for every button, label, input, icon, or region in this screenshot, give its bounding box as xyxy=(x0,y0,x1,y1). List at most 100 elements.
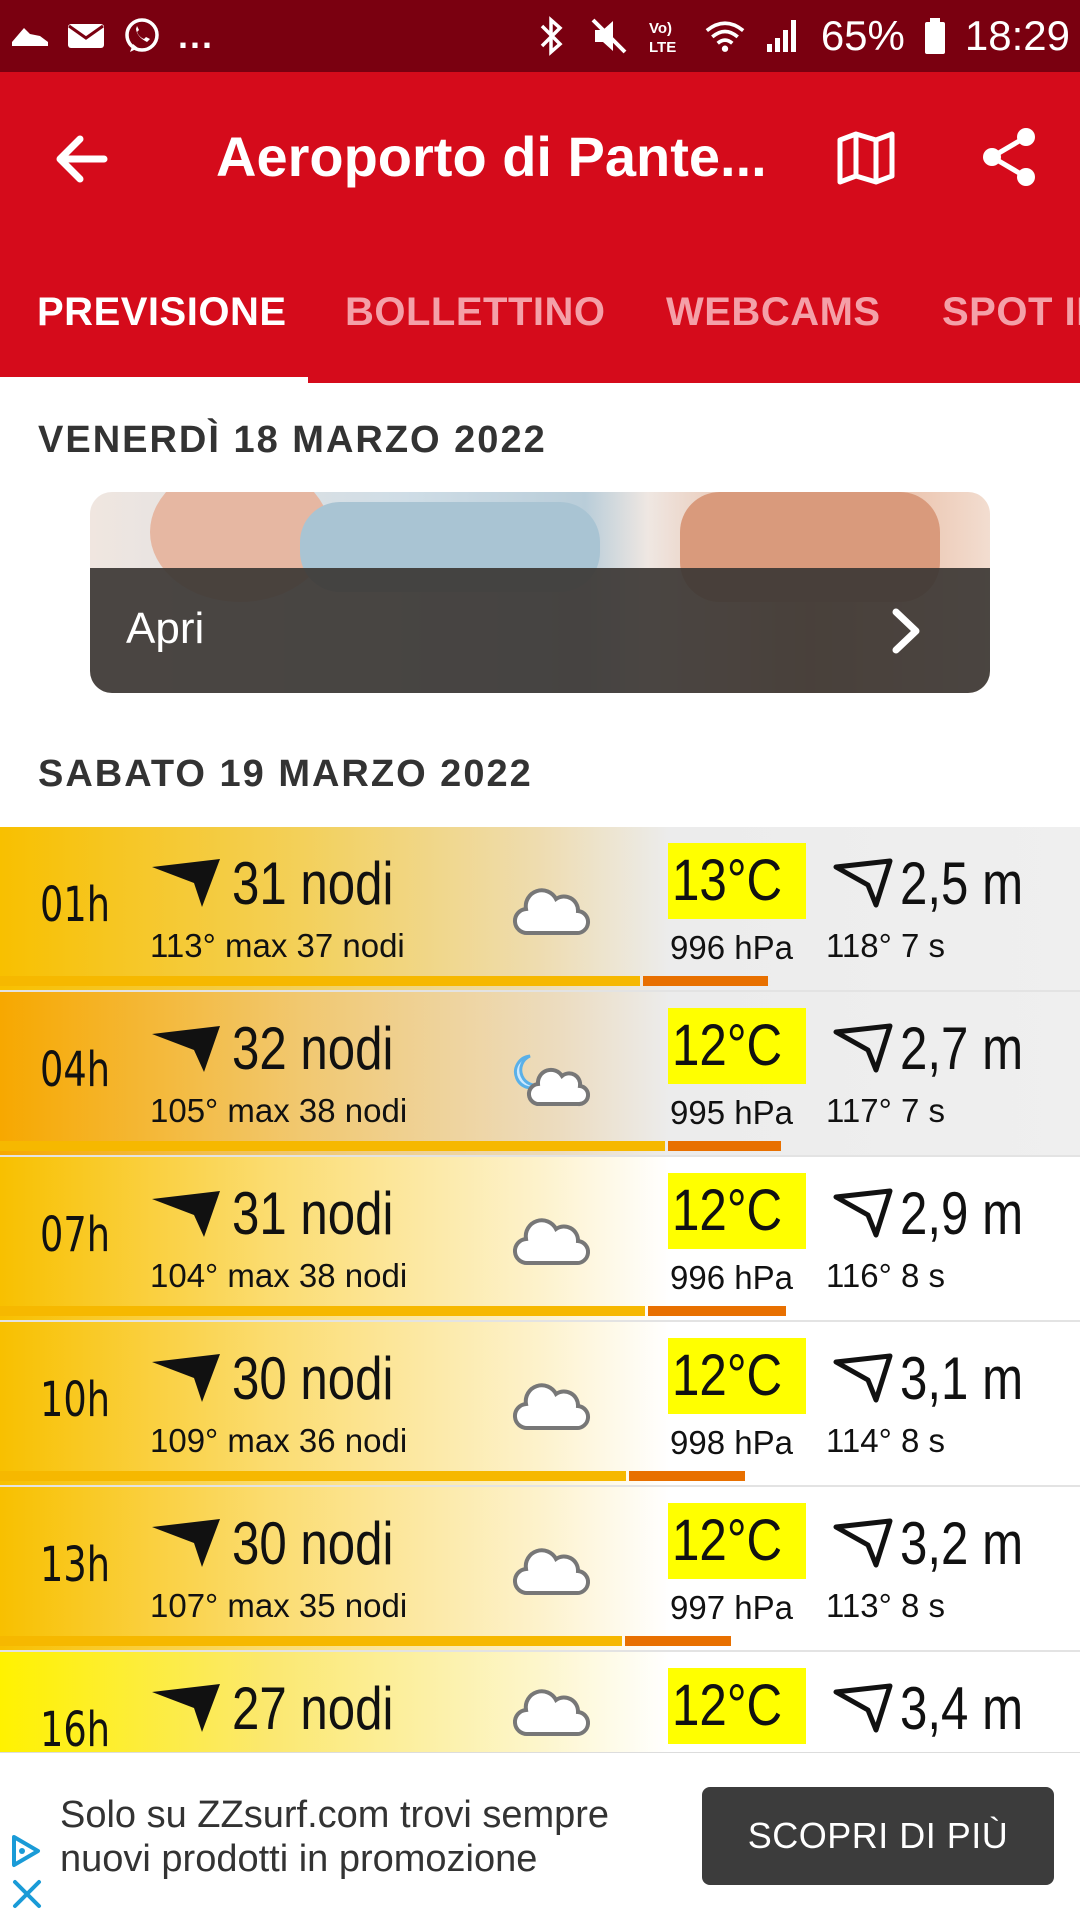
wave-detail: 113° 8 s xyxy=(826,1587,945,1624)
wind-bar xyxy=(0,1471,626,1481)
mute-icon xyxy=(589,16,629,56)
cloud-icon xyxy=(513,1218,591,1266)
share-button[interactable] xyxy=(980,125,1040,189)
tab-webcams[interactable]: WEBCAMS xyxy=(666,290,881,335)
wave-height: 3,4 m xyxy=(900,1675,1024,1742)
forecast-hour: 01h xyxy=(40,877,110,933)
temperature: 12°C xyxy=(668,1668,806,1744)
forecast-row[interactable]: 16h 27 nodi 12°C 3,4 m xyxy=(0,1652,1080,1752)
tab-spot-info[interactable]: SPOT IN xyxy=(942,290,1080,335)
chevron-right-icon xyxy=(892,608,920,654)
wind-direction-icon xyxy=(152,1684,220,1732)
wind-detail: 105° max 38 nodi xyxy=(150,1092,408,1129)
wave-height: 3,2 m xyxy=(900,1510,1024,1577)
forecast-hour: 16h xyxy=(40,1702,110,1752)
mail-icon xyxy=(66,16,106,56)
wave-direction-icon xyxy=(833,1023,893,1073)
forecast-row[interactable]: 07h 31 nodi 104° max 38 nodi 12°C 996 hP… xyxy=(0,1157,1080,1322)
forecast-row[interactable]: 10h 30 nodi 109° max 36 nodi 12°C 998 hP… xyxy=(0,1322,1080,1487)
wave-direction-icon xyxy=(833,1683,893,1733)
cloud-icon xyxy=(513,888,591,936)
forecast-hour: 04h xyxy=(40,1042,110,1098)
forecast-hour: 10h xyxy=(40,1372,110,1428)
wave-direction-icon xyxy=(833,1518,893,1568)
temp-bar xyxy=(643,976,768,986)
clock: 18:29 xyxy=(964,12,1070,59)
temperature: 12°C xyxy=(668,1173,806,1249)
temperature-value: 12°C xyxy=(672,1343,783,1408)
cloud-icon xyxy=(513,1383,591,1431)
temp-bar xyxy=(648,1306,786,1316)
wind-direction-icon xyxy=(152,1191,220,1237)
ad-cta-button[interactable]: SCOPRI DI PIÙ xyxy=(702,1787,1054,1885)
day-header: VENERDÌ 18 MARZO 2022 xyxy=(38,419,547,461)
pressure: 996 hPa xyxy=(670,929,793,966)
temperature: 12°C xyxy=(668,1503,806,1579)
map-icon xyxy=(837,131,895,185)
forecast-row[interactable]: 01h 31 nodi 113° max 37 nodi 13°C 996 hP… xyxy=(0,827,1080,992)
wind-bar xyxy=(0,1141,665,1151)
ad-open-label: Apri xyxy=(126,604,205,653)
battery-icon xyxy=(923,16,947,56)
wave-height: 2,7 m xyxy=(900,1015,1024,1082)
wind-bar xyxy=(0,1636,622,1646)
signal-icon xyxy=(763,16,803,56)
svg-text:LTE: LTE xyxy=(649,39,676,56)
wind-direction-icon xyxy=(152,1519,220,1567)
wave-detail: 116° 8 s xyxy=(826,1257,945,1294)
ad-banner[interactable]: Apri xyxy=(90,492,990,693)
wave-height: 2,5 m xyxy=(900,850,1024,917)
volte-icon: Vo) LTE xyxy=(647,16,687,56)
temperature-value: 12°C xyxy=(672,1508,783,1573)
wave-detail: 114° 8 s xyxy=(826,1422,945,1459)
wind-speed: 30 nodi xyxy=(232,1510,394,1577)
temperature: 12°C xyxy=(668,1338,806,1414)
back-button[interactable] xyxy=(50,127,114,191)
ad-choices-icon[interactable] xyxy=(8,1833,42,1869)
whatsapp-icon xyxy=(122,16,162,56)
wave-height: 2,9 m xyxy=(900,1180,1024,1247)
wind-direction-icon xyxy=(152,859,220,907)
app-bar: Aeroporto di Pante... xyxy=(0,72,1080,242)
wave-direction-icon xyxy=(833,1353,893,1403)
forecast-hour: 07h xyxy=(40,1207,110,1263)
wave-detail: 118° 7 s xyxy=(826,927,945,964)
wind-speed: 31 nodi xyxy=(232,1180,394,1247)
temperature: 13°C xyxy=(668,843,806,919)
cloud-icon xyxy=(513,1548,591,1596)
forecast-row[interactable]: 04h 32 nodi 105° max 38 nodi 12°C 995 hP… xyxy=(0,992,1080,1157)
temperature: 12°C xyxy=(668,1008,806,1084)
page-title: Aeroporto di Pante... xyxy=(216,125,767,188)
wind-detail: 107° max 35 nodi xyxy=(150,1587,408,1624)
close-icon[interactable] xyxy=(10,1877,44,1911)
forecast-row[interactable]: 13h 30 nodi 107° max 35 nodi 12°C 997 hP… xyxy=(0,1487,1080,1652)
battery-percent: 65% xyxy=(820,12,905,59)
wind-speed: 32 nodi xyxy=(232,1015,394,1082)
pressure: 997 hPa xyxy=(670,1589,793,1626)
shoe-icon xyxy=(10,16,50,56)
wave-direction-icon xyxy=(833,1188,893,1238)
wave-direction-icon xyxy=(833,858,893,908)
wave-height: 3,1 m xyxy=(900,1345,1024,1412)
ad-text: Solo su ZZsurf.com trovi sempre nuovi pr… xyxy=(60,1794,610,1880)
wave-detail: 117° 7 s xyxy=(826,1092,945,1129)
temperature-value: 12°C xyxy=(672,1178,783,1243)
tab-indicator xyxy=(0,377,308,383)
bottom-ad-banner[interactable]: Solo su ZZsurf.com trovi sempre nuovi pr… xyxy=(0,1752,1080,1920)
wind-detail: 113° max 37 nodi xyxy=(150,927,405,964)
status-bar: ... Vo) LTE 65% 18:29 xyxy=(0,0,1080,72)
more-notifications: ... xyxy=(178,15,215,56)
pressure: 998 hPa xyxy=(670,1424,793,1461)
wind-direction-icon xyxy=(152,1354,220,1402)
tab-bollettino[interactable]: BOLLETTINO xyxy=(345,290,606,335)
moon-cloud-icon xyxy=(514,1054,590,1107)
tab-previsione[interactable]: PREVISIONE xyxy=(37,290,287,335)
share-icon xyxy=(983,128,1035,186)
ad-open-bar[interactable]: Apri xyxy=(90,568,990,693)
pressure: 996 hPa xyxy=(670,1259,793,1296)
wind-bar xyxy=(0,976,640,986)
wind-direction-icon xyxy=(152,1026,220,1072)
wind-speed: 30 nodi xyxy=(232,1345,394,1412)
temp-bar xyxy=(629,1471,745,1481)
map-button[interactable] xyxy=(836,128,896,188)
